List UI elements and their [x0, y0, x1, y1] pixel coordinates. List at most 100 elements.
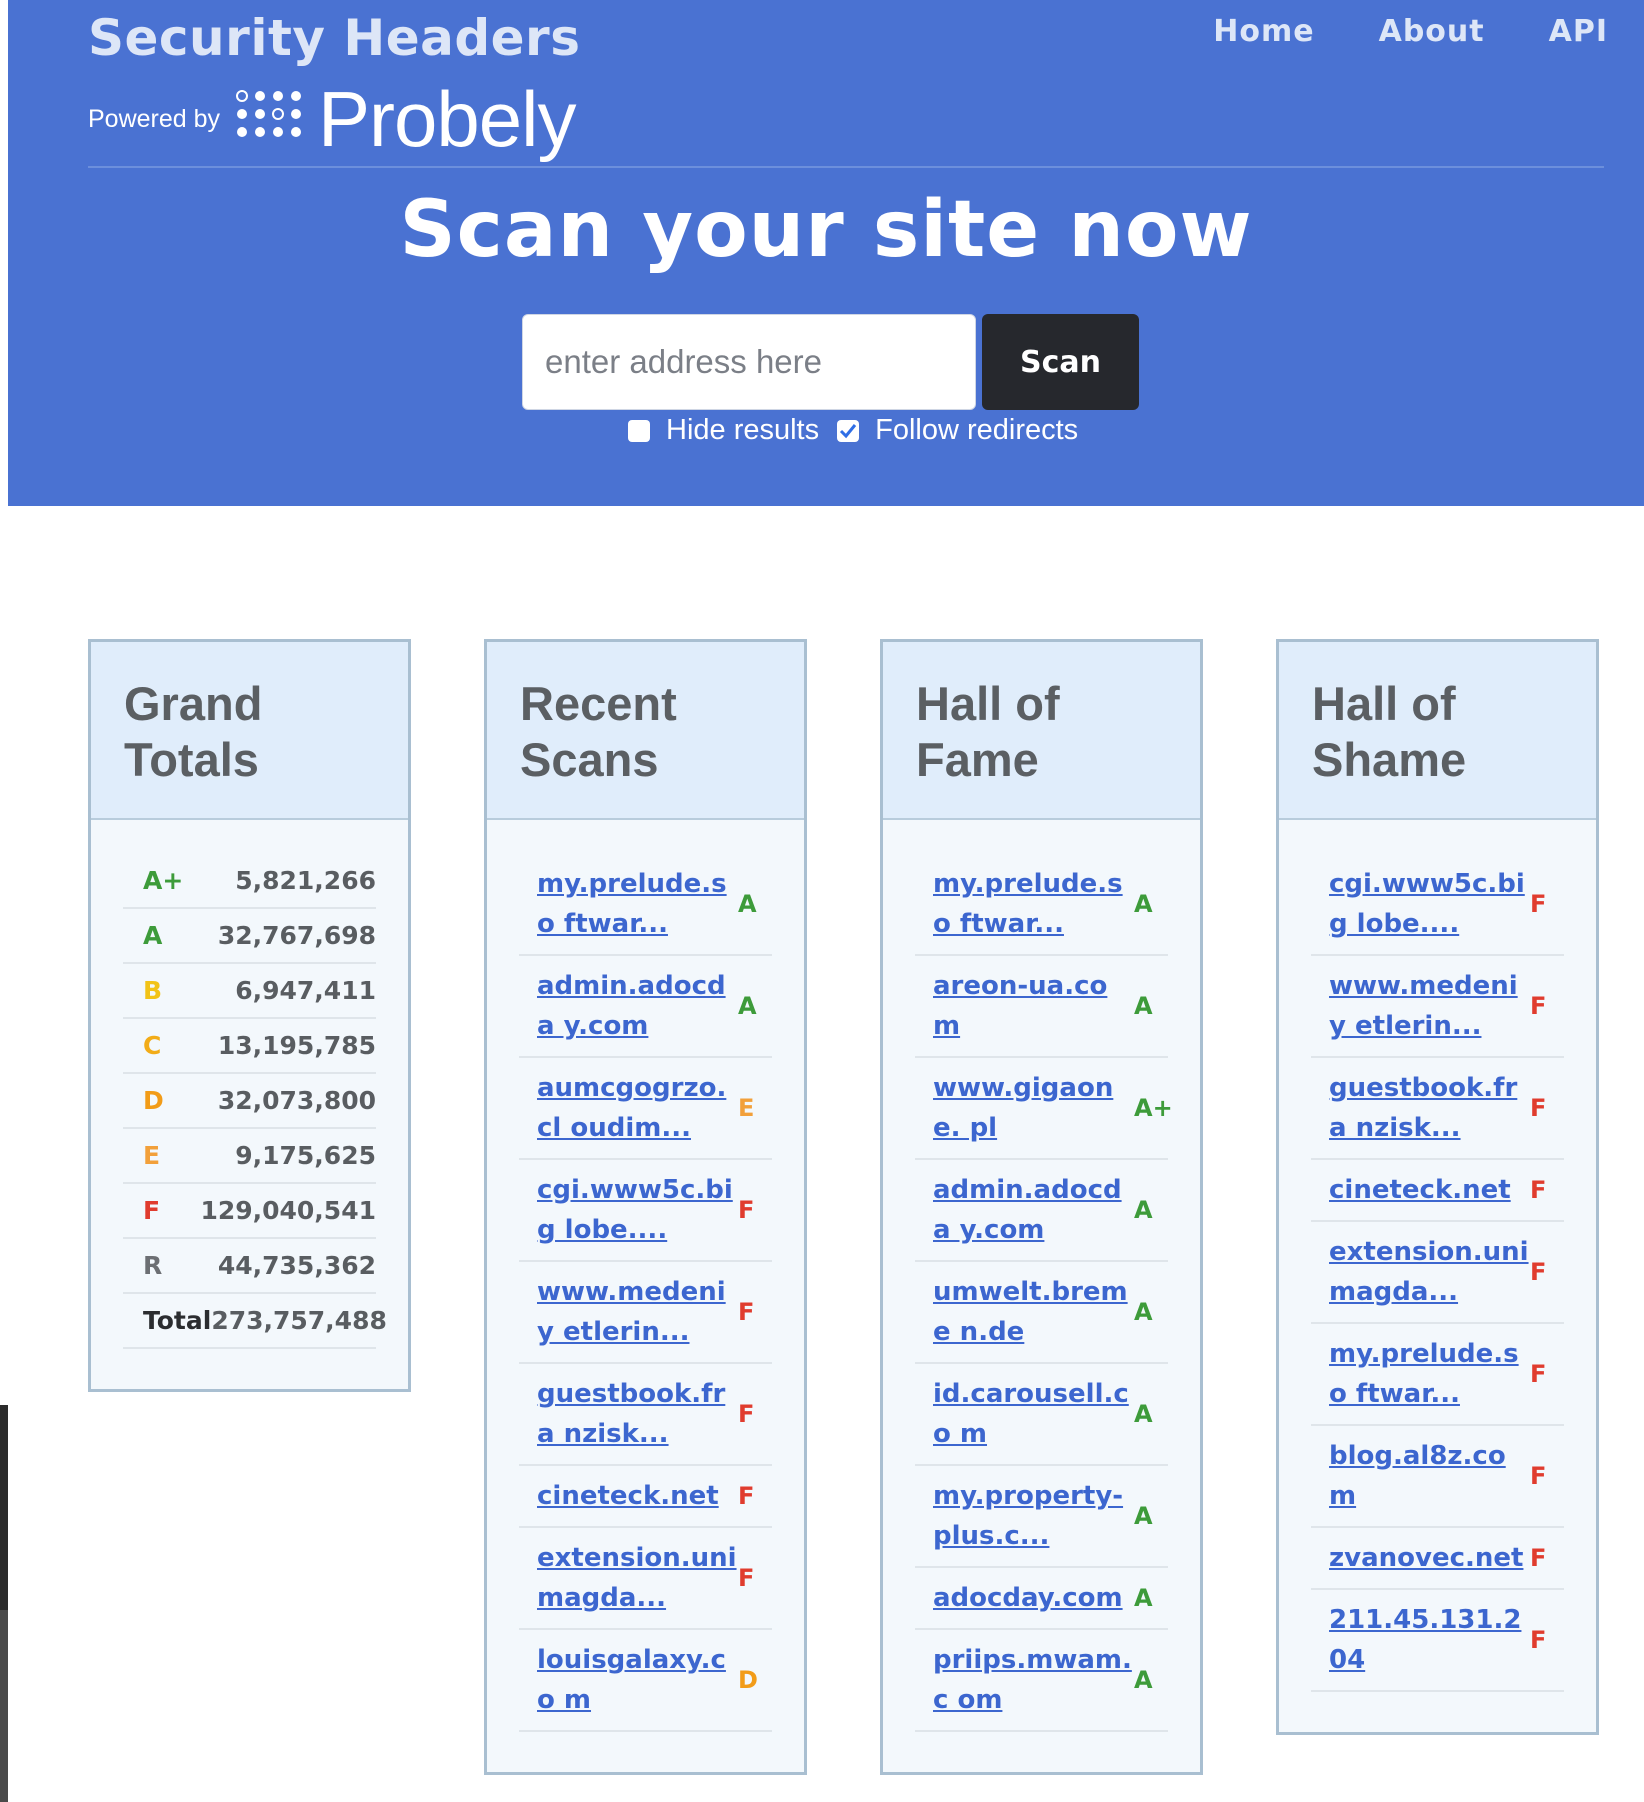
site-link[interactable]: extension.uni magda... [519, 1538, 737, 1618]
list-item: cgi.www5c.big lobe.... F [519, 1160, 772, 1262]
recent-scans-list: my.prelude.so ftwar... Aadmin.adocda y.co… [487, 820, 804, 1772]
grade-badge: A [1134, 1400, 1153, 1428]
totals-row: A+ 5,821,266 [123, 854, 376, 909]
site-link[interactable]: cineteck.net [1311, 1170, 1529, 1210]
grade-badge: F [1530, 1626, 1547, 1654]
site-link[interactable]: cgi.www5c.big lobe.... [1311, 864, 1529, 944]
list-item: www.medeniy etlerin... F [1311, 956, 1564, 1058]
grade-badge: A [1134, 1666, 1153, 1694]
site-link[interactable]: www.medeniy etlerin... [1311, 966, 1529, 1046]
list-item: my.prelude.so ftwar... A [519, 854, 772, 956]
list-item: blog.al8z.com F [1311, 1426, 1564, 1528]
hide-results-checkbox[interactable] [628, 419, 650, 442]
grade-count: 9,175,625 [235, 1141, 376, 1170]
nav-api[interactable]: API [1549, 14, 1608, 49]
grade-count: 6,947,411 [235, 976, 376, 1005]
site-link[interactable]: my.prelude.so ftwar... [915, 864, 1133, 944]
site-link[interactable]: priips.mwam.c om [915, 1640, 1133, 1720]
grade-badge: F [1530, 890, 1547, 918]
grade-label: A+ [143, 866, 184, 895]
list-item: adocday.com A [915, 1568, 1168, 1630]
list-item: www.medeniy etlerin... F [519, 1262, 772, 1364]
site-link[interactable]: www.medeniy etlerin... [519, 1272, 737, 1352]
nav-about[interactable]: About [1379, 14, 1485, 49]
list-item: 211.45.131.204 F [1311, 1590, 1564, 1692]
totals-row: F 129,040,541 [123, 1184, 376, 1239]
grade-label: E [143, 1141, 161, 1170]
totals-row: A 32,767,698 [123, 909, 376, 964]
hall-of-shame-list: cgi.www5c.big lobe.... Fwww.medeniy etler… [1279, 820, 1596, 1732]
grade-badge: F [738, 1196, 755, 1224]
site-link[interactable]: aumcgogrzo.cl oudim... [519, 1068, 737, 1148]
site-link[interactable]: my.prelude.so ftwar... [519, 864, 737, 944]
follow-redirects-option[interactable]: Follow redirects [837, 414, 1078, 447]
site-link[interactable]: zvanovec.net [1311, 1538, 1529, 1578]
grade-badge: A [1134, 992, 1153, 1020]
grade-badge: F [738, 1400, 755, 1428]
address-input[interactable] [522, 314, 976, 410]
grade-count: 13,195,785 [217, 1031, 376, 1060]
follow-redirects-checkbox[interactable] [837, 419, 860, 442]
list-item: guestbook.fra nzisk... F [1311, 1058, 1564, 1160]
grade-label: R [143, 1251, 163, 1280]
grade-label: C [143, 1031, 162, 1060]
hide-results-option[interactable]: Hide results [628, 414, 819, 447]
list-item: zvanovec.net F [1311, 1528, 1564, 1590]
site-link[interactable]: 211.45.131.204 [1311, 1600, 1529, 1680]
list-item: extension.uni magda... F [519, 1528, 772, 1630]
nav-home[interactable]: Home [1213, 14, 1314, 49]
site-link[interactable]: extension.uni magda... [1311, 1232, 1529, 1312]
grade-badge: A [1134, 1584, 1153, 1612]
site-link[interactable]: umwelt.breme n.de [915, 1272, 1133, 1352]
grade-count: 44,735,362 [217, 1251, 376, 1280]
site-link[interactable]: my.prelude.so ftwar... [1311, 1334, 1529, 1414]
grade-label: F [143, 1196, 161, 1225]
site-link[interactable]: admin.adocda y.com [519, 966, 737, 1046]
list-item: aumcgogrzo.cl oudim... E [519, 1058, 772, 1160]
recent-scans-panel: Recent Scans my.prelude.so ftwar... Aadmi… [484, 639, 807, 1775]
powered-by[interactable]: Powered by Probely [88, 80, 577, 158]
site-link[interactable]: admin.adocda y.com [915, 1170, 1133, 1250]
site-link[interactable]: cineteck.net [519, 1476, 737, 1516]
scan-form: Scan [522, 314, 1139, 410]
list-item: louisgalaxy.co mD [519, 1630, 772, 1732]
panel-title: Hall of Fame [916, 677, 1060, 786]
site-link[interactable]: blog.al8z.com [1311, 1436, 1529, 1516]
grade-label: A [143, 921, 163, 950]
hall-of-fame-panel: Hall of Fame my.prelude.so ftwar... Aareo… [880, 639, 1203, 1775]
list-item: id.carousell.co mA [915, 1364, 1168, 1466]
site-header: Security Headers Powered by Probely Home [8, 0, 1644, 506]
grade-badge: A [1134, 1298, 1153, 1326]
grade-badge: D [738, 1666, 758, 1694]
hide-results-label: Hide results [666, 414, 820, 446]
grade-badge: F [1530, 1360, 1547, 1388]
grade-badge: A [738, 890, 757, 918]
site-link[interactable]: guestbook.fra nzisk... [519, 1374, 737, 1454]
scan-button[interactable]: Scan [982, 314, 1139, 410]
panel-title: Recent Scans [520, 677, 677, 786]
site-link[interactable]: my.property- plus.c... [915, 1476, 1133, 1556]
list-item: admin.adocda y.com A [915, 1160, 1168, 1262]
hero-heading: Scan your site now [399, 185, 1253, 275]
site-link[interactable]: adocday.com [915, 1578, 1133, 1618]
site-title[interactable]: Security Headers [88, 8, 580, 68]
site-link[interactable]: guestbook.fra nzisk... [1311, 1068, 1529, 1148]
grade-badge: A+ [1134, 1094, 1173, 1122]
site-link[interactable]: www.gigaone. pl [915, 1068, 1133, 1148]
site-link[interactable]: louisgalaxy.co m [519, 1640, 737, 1720]
list-item: www.gigaone. pl A+ [915, 1058, 1173, 1160]
grade-badge: F [738, 1298, 755, 1326]
totals-row: C 13,195,785 [123, 1019, 376, 1074]
panel-header: Hall of Fame [883, 642, 1200, 820]
grade-badge: A [1134, 1196, 1153, 1224]
panel-header: Hall of Shame [1279, 642, 1596, 820]
grade-label: D [143, 1086, 164, 1115]
grade-badge: E [738, 1094, 755, 1122]
site-link[interactable]: areon-ua.com [915, 966, 1133, 1046]
top-nav: Home About API [1213, 14, 1608, 49]
site-link[interactable]: id.carousell.co m [915, 1374, 1133, 1454]
grade-badge: A [738, 992, 757, 1020]
site-link[interactable]: cgi.www5c.big lobe.... [519, 1170, 737, 1250]
background-window-edge [0, 1610, 8, 1802]
grade-badge: F [738, 1482, 755, 1510]
